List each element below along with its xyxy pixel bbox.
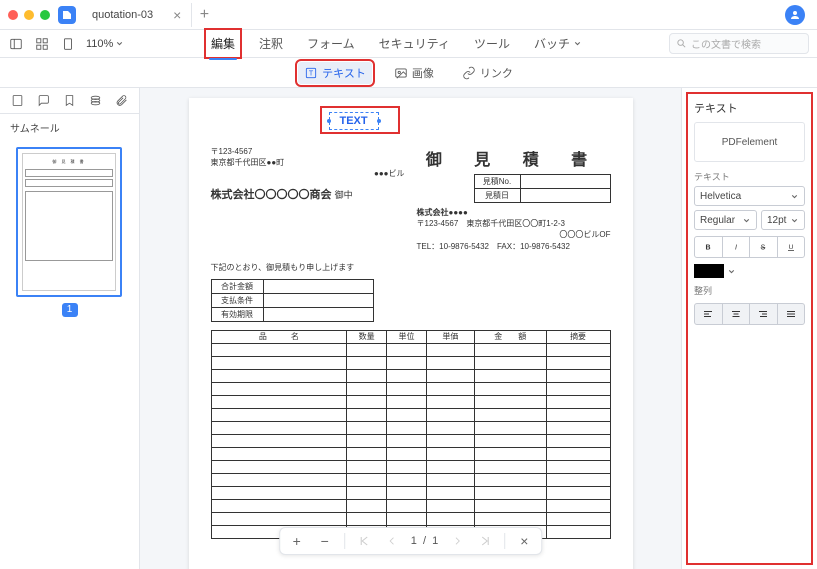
sender-building: ●●●ビル xyxy=(211,168,405,179)
add-link-button[interactable]: リンク xyxy=(456,62,519,84)
main-toolbar: 110% 編集 注釈 フォーム セキュリティ ツール バッチ この文書で検索 xyxy=(0,30,817,58)
add-image-label: 画像 xyxy=(412,65,434,81)
titlebar: quotation-03 × + xyxy=(0,0,817,30)
menu-batch[interactable]: バッチ xyxy=(530,31,586,56)
quote-note: 下記のとおり、御見積もり申し上げます xyxy=(211,262,611,273)
add-text-label: テキスト xyxy=(322,65,366,81)
sidebar-title: サムネール xyxy=(0,114,139,141)
comments-icon[interactable] xyxy=(36,93,50,109)
text-color-picker[interactable] xyxy=(694,264,805,278)
svg-text:B: B xyxy=(706,245,711,252)
zoom-value: 110% xyxy=(86,38,113,50)
italic-button[interactable]: I xyxy=(723,237,751,257)
menu-form[interactable]: フォーム xyxy=(303,31,359,56)
sidebar-toggle-icon[interactable] xyxy=(8,36,24,52)
text-box-content: TEXT xyxy=(340,115,368,127)
detail-table: 品 名 数量 単位 単価 金 額 摘要 xyxy=(211,330,611,539)
underline-button[interactable]: U xyxy=(778,237,805,257)
grid-view-icon[interactable] xyxy=(34,36,50,52)
page-thumbnail[interactable]: 御 見 積 書 xyxy=(16,147,122,297)
maximize-window-icon[interactable] xyxy=(40,10,50,20)
add-image-button[interactable]: 画像 xyxy=(388,62,440,84)
close-tab-icon[interactable]: × xyxy=(173,8,181,22)
strikethrough-button[interactable]: S xyxy=(750,237,778,257)
menu-tools[interactable]: ツール xyxy=(470,31,514,56)
menu-annotate[interactable]: 注釈 xyxy=(255,31,287,56)
add-tab-button[interactable]: + xyxy=(192,6,216,24)
font-family-dropdown[interactable]: Helvetica xyxy=(694,186,805,206)
search-input[interactable]: この文書で検索 xyxy=(669,33,809,54)
thumbnails-icon[interactable] xyxy=(10,93,24,109)
properties-sidebar: テキスト PDFelement テキスト Helvetica Regular 1… xyxy=(681,88,817,569)
recipient-info: 株式会社●●●● 〒123-4567 東京都千代田区〇〇町1-2-3 〇〇〇ビル… xyxy=(417,207,611,252)
text-section-label: テキスト xyxy=(694,170,805,183)
last-page-button[interactable] xyxy=(476,532,494,550)
svg-text:U: U xyxy=(788,244,793,251)
search-placeholder: この文書で検索 xyxy=(691,36,761,51)
thumbnail-preview: 御 見 積 書 xyxy=(22,153,116,291)
text-style-group: B I S U xyxy=(694,236,805,258)
align-left-button[interactable] xyxy=(695,304,723,324)
minimize-window-icon[interactable] xyxy=(24,10,34,20)
close-navigator-button[interactable]: × xyxy=(515,532,533,550)
align-section-label: 整列 xyxy=(694,284,805,297)
quote-meta-table: 見積No. 見積日 xyxy=(474,174,611,203)
first-page-button[interactable] xyxy=(355,532,373,550)
thumbnail-sidebar: サムネール 御 見 積 書 1 xyxy=(0,88,140,569)
svg-text:I: I xyxy=(735,245,737,252)
color-swatch xyxy=(694,264,724,278)
text-preview: PDFelement xyxy=(694,122,805,162)
add-text-button[interactable]: T テキスト xyxy=(298,62,372,84)
font-size-dropdown[interactable]: 12pt xyxy=(761,210,805,230)
document-page: TEXT 〒123-4567 東京都千代田区●●町 ●●●ビル 株式会社〇〇〇〇… xyxy=(189,98,633,569)
menu-bar: 編集 注釈 フォーム セキュリティ ツール バッチ xyxy=(134,31,659,56)
add-link-label: リンク xyxy=(480,65,513,81)
layers-icon[interactable] xyxy=(89,93,103,109)
align-right-button[interactable] xyxy=(750,304,778,324)
zoom-dropdown[interactable]: 110% xyxy=(86,38,124,50)
document-tab-label: quotation-03 xyxy=(92,9,153,21)
sender-postal: 〒123-4567 xyxy=(211,146,405,157)
bold-button[interactable]: B xyxy=(695,237,723,257)
document-tab[interactable]: quotation-03 × xyxy=(82,3,192,27)
edit-subtoolbar: T テキスト 画像 リンク xyxy=(0,58,817,88)
app-icon xyxy=(58,6,76,24)
menu-security[interactable]: セキュリティ xyxy=(375,31,454,56)
summary-table: 合計金額 支払条件 有効期限 xyxy=(211,279,374,322)
svg-text:S: S xyxy=(761,245,766,252)
window-controls xyxy=(8,10,50,20)
close-window-icon[interactable] xyxy=(8,10,18,20)
attachments-icon[interactable] xyxy=(115,93,129,109)
user-avatar[interactable] xyxy=(785,5,805,25)
menu-edit[interactable]: 編集 xyxy=(207,31,239,56)
zoom-out-button[interactable]: − xyxy=(316,532,334,550)
svg-text:T: T xyxy=(309,70,314,77)
prev-page-button[interactable] xyxy=(383,532,401,550)
active-text-box[interactable]: TEXT xyxy=(329,112,379,130)
zoom-in-button[interactable]: + xyxy=(288,532,306,550)
document-title: 御 見 積 書 xyxy=(417,146,611,170)
page-navigator: + − 1 / 1 × xyxy=(279,527,543,555)
font-weight-dropdown[interactable]: Regular xyxy=(694,210,757,230)
properties-title: テキスト xyxy=(694,100,805,116)
thumbnail-page-number: 1 xyxy=(62,303,78,317)
sender-city: 東京都千代田区●●町 xyxy=(211,157,405,168)
bookmarks-icon[interactable] xyxy=(62,93,76,109)
sender-company: 株式会社〇〇〇〇〇商会 御中 xyxy=(211,186,405,202)
align-center-button[interactable] xyxy=(723,304,751,324)
align-group xyxy=(694,303,805,325)
align-justify-button[interactable] xyxy=(778,304,805,324)
single-page-icon[interactable] xyxy=(60,36,76,52)
next-page-button[interactable] xyxy=(448,532,466,550)
document-canvas[interactable]: TEXT 〒123-4567 東京都千代田区●●町 ●●●ビル 株式会社〇〇〇〇… xyxy=(140,88,681,569)
page-indicator: 1 / 1 xyxy=(411,535,439,547)
